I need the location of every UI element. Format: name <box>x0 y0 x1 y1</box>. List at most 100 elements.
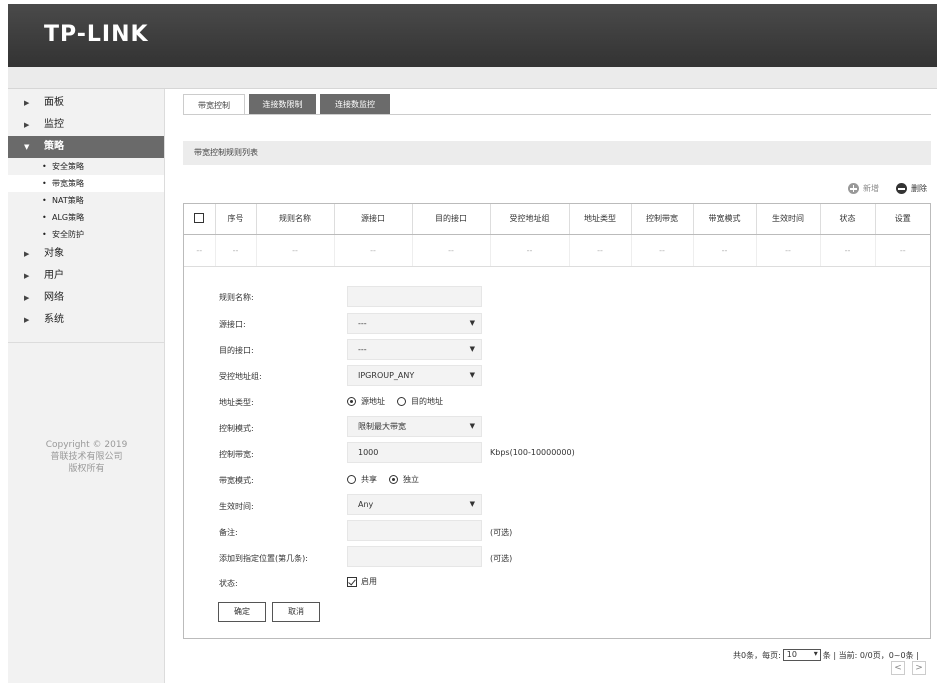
table-cell: -- <box>569 234 632 267</box>
table-cell: -- <box>334 234 413 267</box>
copyright-line: Copyright © 2019 <box>45 440 128 450</box>
column-header: 控制带宽 <box>631 204 694 235</box>
dst-interface-label: 目的接口: <box>219 346 254 355</box>
bullet-icon: • <box>42 230 47 239</box>
address-group-label: 受控地址组: <box>219 372 262 381</box>
table-cell: -- <box>412 234 491 267</box>
tab-divider <box>183 114 931 115</box>
caret-right-icon: ▶ <box>24 99 30 107</box>
sidebar-item-label: 用户 <box>44 270 64 281</box>
select-all-checkbox[interactable] <box>194 212 205 223</box>
caret-right-icon: ▶ <box>24 250 30 258</box>
note-optional-hint: (可选) <box>490 528 513 537</box>
column-header: 目的接口 <box>412 204 491 235</box>
table-cell: -- <box>256 234 335 267</box>
caret-right-icon: ▶ <box>24 272 30 280</box>
src-interface-select[interactable]: --- <box>347 313 482 334</box>
status-label: 状态: <box>219 579 238 588</box>
sub-header-bar <box>8 67 937 89</box>
table-cell: -- <box>215 234 257 267</box>
sidebar-item-user[interactable]: ▶ 用户 <box>8 265 164 287</box>
effective-time-label: 生效时间: <box>219 502 254 511</box>
bullet-icon: • <box>42 213 47 222</box>
sidebar-subitem-alg-policy[interactable]: • ALG策略 <box>8 209 164 226</box>
tab-connection-monitor[interactable]: 连接数监控 <box>320 94 390 115</box>
add-button[interactable]: 新增 <box>848 183 879 194</box>
radio-label: 共享 <box>361 475 377 484</box>
table-cell: -- <box>490 234 570 267</box>
sidebar-item-label: 系统 <box>44 314 64 325</box>
sidebar-item-dashboard[interactable]: ▶ 面板 <box>8 92 164 114</box>
address-type-dest-radio[interactable] <box>397 397 406 406</box>
table-row: -- -- -- -- -- -- -- -- -- -- -- -- <box>184 234 930 267</box>
delete-button[interactable]: 删除 <box>896 183 927 194</box>
prev-page-button[interactable]: < <box>891 661 905 675</box>
sidebar-subitem-nat-policy[interactable]: • NAT策略 <box>8 192 164 209</box>
checkbox-label: 启用 <box>361 577 377 586</box>
section-title: 带宽控制规则列表 <box>183 141 931 165</box>
next-page-button[interactable]: > <box>912 661 926 675</box>
column-header: 设置 <box>875 204 930 235</box>
pagination: 共0条，每页: 10 条 | 当前: 0/0页，0~0条 | <box>733 649 919 661</box>
address-type-source-radio[interactable] <box>347 397 356 406</box>
dst-interface-select[interactable]: --- <box>347 339 482 360</box>
pager-suffix: 条 | 当前: 0/0页，0~0条 | <box>822 650 919 660</box>
control-bandwidth-input[interactable]: 1000 <box>347 442 482 463</box>
radio-label: 独立 <box>403 475 419 484</box>
sidebar-subitem-security-policy[interactable]: • 安全策略 <box>8 158 164 175</box>
control-mode-select[interactable]: 限制最大带宽 <box>347 416 482 437</box>
sidebar-subitem-label: 安全策略 <box>52 162 84 171</box>
sidebar-item-label: 策略 <box>44 141 64 152</box>
bandwidth-mode-label: 带宽模式: <box>219 476 254 485</box>
rule-table: 序号 规则名称 源接口 目的接口 受控地址组 地址类型 控制带宽 带宽模式 生效… <box>184 204 930 267</box>
position-label: 添加到指定位置(第几条): <box>219 554 308 563</box>
sidebar-item-system[interactable]: ▶ 系统 <box>8 309 164 331</box>
sidebar-item-label: 监控 <box>44 119 64 130</box>
caret-right-icon: ▶ <box>24 121 30 129</box>
sidebar-subitem-label: ALG策略 <box>52 213 85 222</box>
page-size-select[interactable]: 10 <box>782 649 821 661</box>
confirm-button[interactable]: 确定 <box>218 602 266 622</box>
sidebar-subitem-label: 安全防护 <box>52 230 84 239</box>
column-header: 生效时间 <box>756 204 821 235</box>
rule-table-container: 序号 规则名称 源接口 目的接口 受控地址组 地址类型 控制带宽 带宽模式 生效… <box>183 203 931 639</box>
table-cell: -- <box>820 234 876 267</box>
rule-name-label: 规则名称: <box>219 293 254 302</box>
plus-circle-icon <box>848 183 859 194</box>
note-input[interactable] <box>347 520 482 541</box>
rule-name-input[interactable] <box>347 286 482 307</box>
caret-right-icon: ▶ <box>24 294 30 302</box>
effective-time-select[interactable]: Any <box>347 494 482 515</box>
address-group-select[interactable]: IPGROUP_ANY <box>347 365 482 386</box>
table-cell: -- <box>631 234 694 267</box>
bandwidth-range-hint: Kbps(100-10000000) <box>490 448 575 457</box>
minus-circle-icon <box>896 183 907 194</box>
sidebar-subitem-bandwidth-policy[interactable]: • 带宽策略 <box>8 175 164 192</box>
radio-label: 目的地址 <box>411 397 443 406</box>
bandwidth-mode-shared-radio[interactable] <box>347 475 356 484</box>
cancel-button[interactable]: 取消 <box>272 602 320 622</box>
column-header: 规则名称 <box>256 204 335 235</box>
bullet-icon: • <box>42 162 47 171</box>
caret-right-icon: ▶ <box>24 316 30 324</box>
sidebar-item-policy[interactable]: ▼ 策略 <box>8 136 164 158</box>
sidebar-subitem-security-defense[interactable]: • 安全防护 <box>8 226 164 243</box>
table-cell: -- <box>756 234 821 267</box>
status-enable-checkbox[interactable] <box>347 576 357 587</box>
radio-label: 源地址 <box>361 397 385 406</box>
bandwidth-mode-independent-radio[interactable] <box>389 475 398 484</box>
delete-label: 删除 <box>911 184 927 193</box>
column-header: 序号 <box>215 204 257 235</box>
note-label: 备注: <box>219 528 238 537</box>
tab-bandwidth-control[interactable]: 带宽控制 <box>183 94 245 115</box>
sidebar-item-monitor[interactable]: ▶ 监控 <box>8 114 164 136</box>
position-input[interactable] <box>347 546 482 567</box>
sidebar-divider <box>8 331 164 343</box>
tab-connection-limit[interactable]: 连接数限制 <box>249 94 316 115</box>
sidebar-item-object[interactable]: ▶ 对象 <box>8 243 164 265</box>
address-type-label: 地址类型: <box>219 398 254 407</box>
pager-prefix: 共0条，每页: <box>733 650 781 660</box>
sidebar-item-network[interactable]: ▶ 网络 <box>8 287 164 309</box>
bullet-icon: • <box>42 196 47 205</box>
column-header: 带宽模式 <box>693 204 757 235</box>
